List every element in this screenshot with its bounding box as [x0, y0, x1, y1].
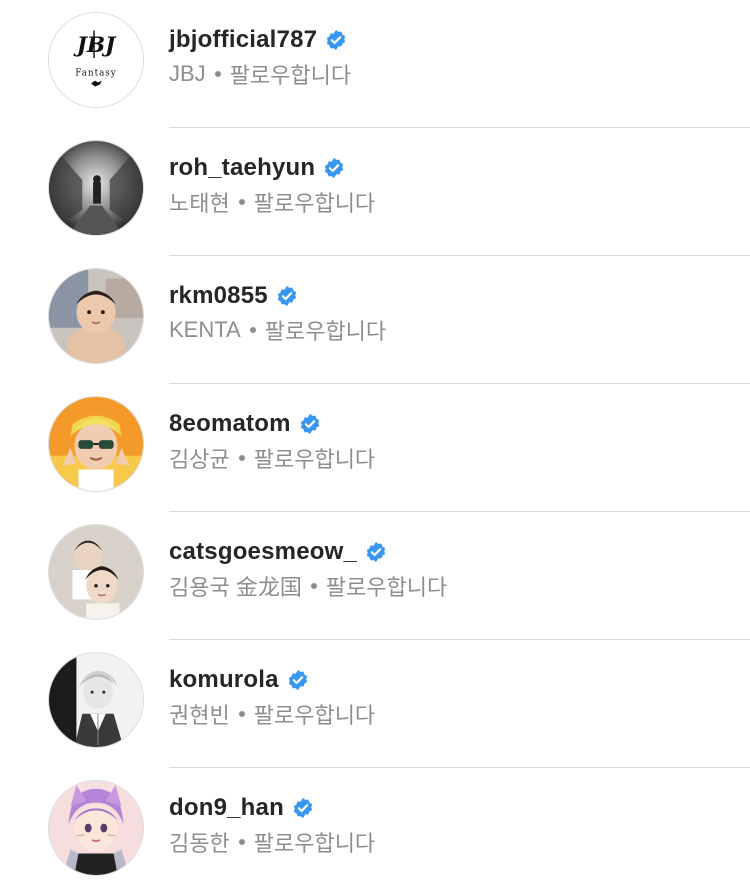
follow-status: 팔로우합니다	[229, 63, 352, 88]
account-row-rkm0855[interactable]: rkm0855 KENTA 팔로우합니다	[0, 256, 750, 384]
username[interactable]: don9_han	[169, 794, 284, 822]
account-row-komurola[interactable]: komurola 권현빈 팔로우합니다	[0, 640, 750, 768]
account-row-roh-taehyun[interactable]: roh_taehyun 노태현 팔로우합니다	[0, 128, 750, 256]
account-row-catsgoesmeow[interactable]: catsgoesmeow_ 김용국 金龙国 팔로우합니다	[0, 512, 750, 640]
monochrome-portrait-icon	[49, 653, 143, 747]
jbj-fantasy-logo-icon: JBJ Fantasy	[49, 13, 143, 107]
separator-dot	[238, 455, 245, 461]
following-list: JBJ Fantasy jbjofficial787 JBJ 팔로우합니다 ro…	[0, 0, 750, 884]
tunnel-photo-icon	[49, 141, 143, 235]
separator-dot	[310, 583, 317, 589]
account-row-8eomatom[interactable]: 8eomatom 김상균 팔로우합니다	[0, 384, 750, 512]
verified-badge-icon	[293, 797, 313, 819]
username[interactable]: komurola	[169, 666, 279, 694]
separator-dot	[238, 839, 245, 845]
username[interactable]: catsgoesmeow_	[169, 538, 357, 566]
display-name: KENTA	[169, 317, 241, 342]
follow-status: 팔로우합니다	[253, 831, 376, 856]
separator-dot	[249, 327, 256, 333]
separator-dot	[238, 199, 245, 205]
follow-status: 팔로우합니다	[253, 191, 376, 216]
avatar[interactable]	[48, 780, 144, 876]
two-people-photo-icon	[49, 525, 143, 619]
display-name: 권현빈	[169, 703, 230, 728]
account-row-don9-han[interactable]: don9_han 김동한 팔로우합니다	[0, 768, 750, 884]
avatar[interactable]	[48, 140, 144, 236]
avatar[interactable]	[48, 524, 144, 620]
username[interactable]: jbjofficial787	[169, 26, 317, 54]
verified-badge-icon	[277, 285, 296, 307]
avatar[interactable]	[48, 652, 144, 748]
display-name: 김동한	[169, 831, 230, 856]
avatar[interactable]	[48, 396, 144, 492]
display-name: JBJ	[169, 61, 206, 86]
avatar[interactable]: JBJ Fantasy	[48, 12, 144, 108]
verified-badge-icon	[327, 29, 346, 51]
display-name: 노태현	[169, 191, 230, 216]
username[interactable]: 8eomatom	[169, 410, 291, 438]
follow-status: 팔로우합니다	[253, 447, 376, 472]
baby-photo-icon	[49, 269, 143, 363]
follow-status: 팔로우합니다	[253, 703, 376, 728]
verified-badge-icon	[366, 541, 386, 563]
display-name: 김용국 金龙国	[169, 575, 302, 600]
follow-status: 팔로우합니다	[264, 319, 387, 344]
username[interactable]: roh_taehyun	[169, 154, 315, 182]
avatar[interactable]	[48, 268, 144, 364]
avatar-logo-text: Fantasy	[75, 69, 117, 79]
sunglasses-portrait-icon	[49, 397, 143, 491]
separator-dot	[238, 711, 245, 717]
verified-badge-icon	[325, 157, 344, 179]
separator-dot	[214, 71, 221, 77]
account-row-jbjofficial787[interactable]: JBJ Fantasy jbjofficial787 JBJ 팔로우합니다	[0, 0, 750, 128]
svg-text:JBJ: JBJ	[73, 33, 117, 58]
display-name: 김상균	[169, 447, 230, 472]
verified-badge-icon	[300, 413, 319, 435]
verified-badge-icon	[288, 669, 307, 691]
cartoon-avatar-icon	[49, 781, 143, 875]
username[interactable]: rkm0855	[169, 282, 268, 310]
follow-status: 팔로우합니다	[325, 575, 448, 600]
